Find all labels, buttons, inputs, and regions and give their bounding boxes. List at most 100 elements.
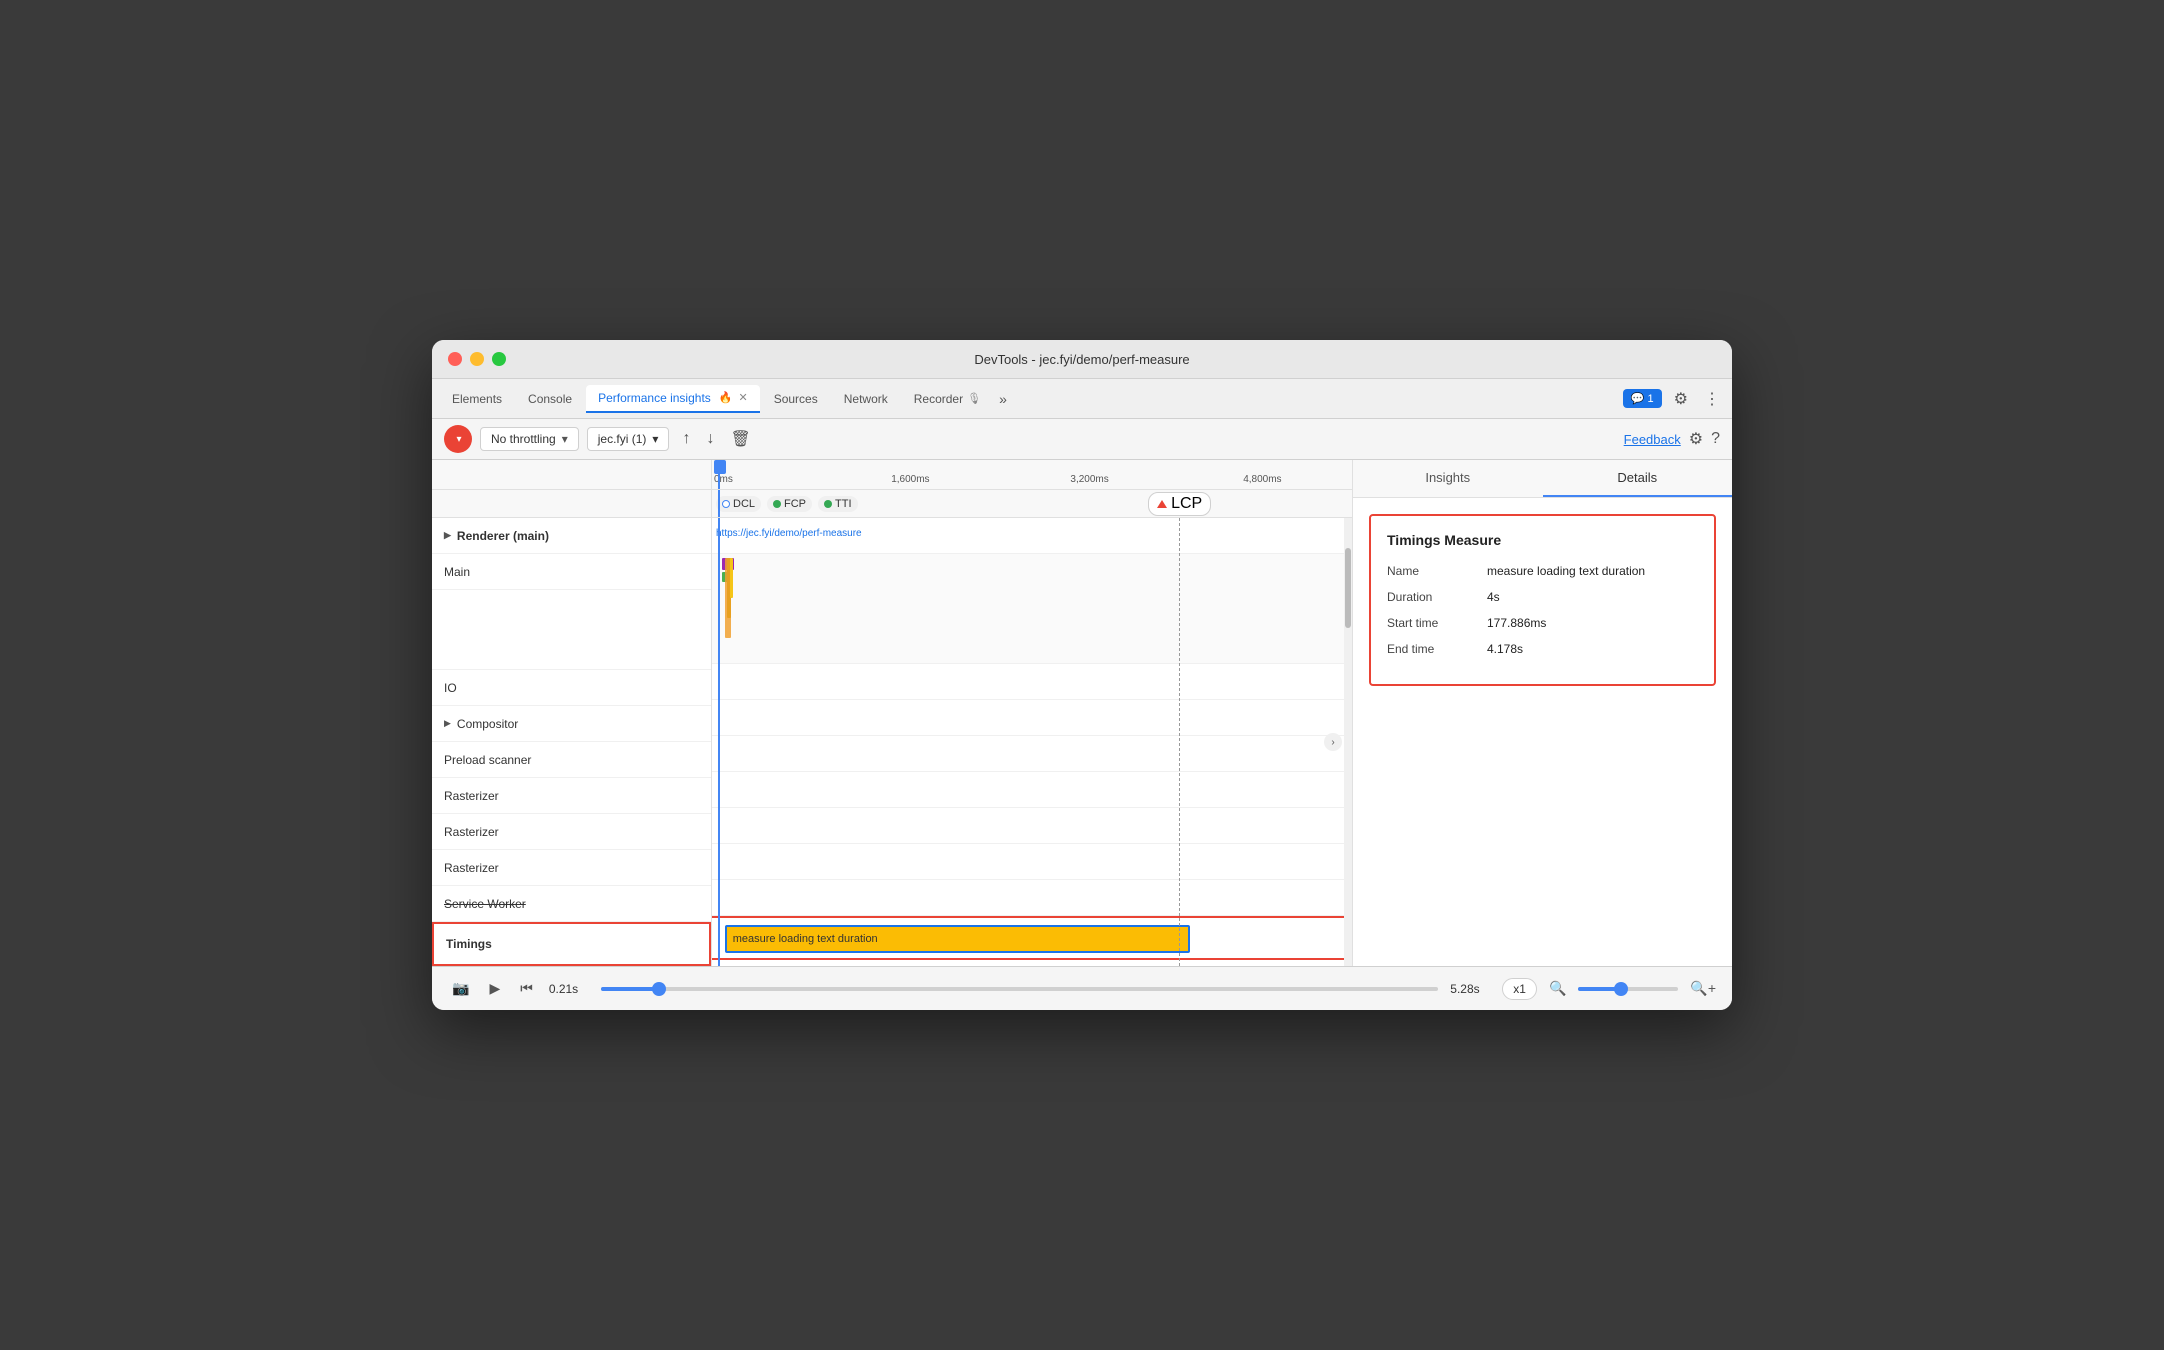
track-label-empty-space [432, 590, 711, 670]
chat-icon: 💬 [1631, 392, 1645, 405]
download-button[interactable]: ↓ [701, 428, 719, 450]
end-time-label: 5.28s [1450, 982, 1490, 996]
scrollbar-thumb[interactable] [1345, 548, 1351, 628]
track-label-renderer: Renderer (main) [432, 518, 711, 554]
title-bar: DevTools - jec.fyi/demo/perf-measure [432, 340, 1732, 379]
zoom-slider-fill [1578, 987, 1618, 991]
track-content-main [712, 554, 1352, 664]
track-label-preload: Preload scanner [432, 742, 711, 778]
tti-dot [824, 500, 832, 508]
track-content-timings: measure loading text duration [712, 916, 1352, 960]
speed-pill[interactable]: x1 [1502, 978, 1537, 1000]
tab-close-icon[interactable]: ✕ [738, 391, 747, 404]
right-panel: Insights Details Timings Measure Name me… [1352, 460, 1732, 966]
tick-4800: 4,800ms [1243, 474, 1281, 485]
detail-row-name: Name measure loading text duration [1387, 564, 1698, 578]
fcp-marker: FCP [767, 496, 812, 512]
fcp-label: FCP [784, 498, 806, 510]
toolbar: No throttling ▾ jec.fyi (1) ▾ ↑ ↓ 🗑 Feed… [432, 419, 1732, 460]
lcp-marker: LCP [1148, 492, 1211, 516]
detail-value-end-time: 4.178s [1487, 642, 1698, 656]
timeline-area: 0ms 1,600ms 3,200ms 4,800ms DCL [432, 460, 1352, 966]
detail-label-start-time: Start time [1387, 616, 1487, 630]
settings-button[interactable]: ⚙ [1689, 429, 1703, 449]
header-row: 0ms 1,600ms 3,200ms 4,800ms [432, 460, 1352, 490]
tab-insights[interactable]: Insights [1353, 460, 1543, 497]
track-labels: Renderer (main) Main IO Compositor Prelo… [432, 518, 712, 966]
zoom-in-button[interactable]: 🔍+ [1690, 980, 1716, 997]
tab-elements-label: Elements [452, 392, 502, 406]
devtools-settings-button[interactable]: ⚙ [1670, 385, 1692, 413]
url-arrow-icon: ▾ [652, 432, 658, 446]
markers-bar: DCL FCP TTI LCP [712, 490, 1352, 518]
tick-3200: 3,200ms [1070, 474, 1108, 485]
minimize-button[interactable] [470, 352, 484, 366]
track-label-main: Main [432, 554, 711, 590]
devtools-window: DevTools - jec.fyi/demo/perf-measure Ele… [432, 340, 1732, 1010]
track-content-compositor [712, 700, 1352, 736]
tab-bar: Elements Console Performance insights 🔥 … [432, 379, 1732, 419]
track-content-preload [712, 736, 1352, 772]
markers-left-spacer [432, 490, 712, 518]
detail-row-duration: Duration 4s [1387, 590, 1698, 604]
feedback-button[interactable]: Feedback [1624, 432, 1681, 447]
detail-row-end-time: End time 4.178s [1387, 642, 1698, 656]
panel-tabs: Insights Details [1353, 460, 1732, 498]
track-content-io [712, 664, 1352, 700]
timings-measure-label: measure loading text duration [733, 933, 878, 945]
detail-label-duration: Duration [1387, 590, 1487, 604]
upload-button[interactable]: ↑ [677, 428, 695, 450]
slider-thumb[interactable] [652, 982, 666, 996]
detail-label-name: Name [1387, 564, 1487, 578]
devtools-more-button[interactable]: ⋮ [1700, 385, 1724, 413]
zoom-slider-thumb[interactable] [1614, 982, 1628, 996]
track-label-compositor: Compositor [432, 706, 711, 742]
expand-panel-button[interactable]: › [1324, 733, 1342, 751]
skip-to-start-button[interactable]: ⏮ [516, 976, 537, 1001]
cursor-top [718, 460, 720, 489]
tracks-area: Renderer (main) Main IO Compositor Prelo… [432, 518, 1352, 966]
help-button[interactable]: ? [1711, 430, 1720, 448]
lcp-label: LCP [1171, 495, 1202, 513]
dashed-line [1179, 518, 1180, 966]
throttling-dropdown[interactable]: No throttling ▾ [480, 427, 579, 451]
tab-network[interactable]: Network [832, 386, 900, 412]
timings-measure-bar[interactable]: measure loading text duration [725, 925, 1191, 953]
play-button[interactable]: ▶ [485, 976, 504, 1001]
delete-button[interactable]: 🗑 [725, 427, 755, 451]
close-button[interactable] [448, 352, 462, 366]
maximize-button[interactable] [492, 352, 506, 366]
throttling-label: No throttling [491, 432, 556, 446]
traffic-lights [448, 352, 506, 366]
more-tabs-button[interactable]: » [995, 387, 1011, 411]
dcl-dot [722, 500, 730, 508]
tab-elements[interactable]: Elements [440, 386, 514, 412]
tab-console[interactable]: Console [516, 386, 584, 412]
tti-label: TTI [835, 498, 852, 510]
tti-marker: TTI [818, 496, 858, 512]
tick-1600: 1,600ms [891, 474, 929, 485]
detail-row-start-time: Start time 177.886ms [1387, 616, 1698, 630]
track-label-rasterizer2: Rasterizer [432, 814, 711, 850]
tab-recorder-label: Recorder [914, 392, 963, 406]
tab-details[interactable]: Details [1543, 460, 1733, 497]
zoom-out-button[interactable]: 🔍 [1549, 980, 1566, 997]
cursor-line [718, 518, 720, 966]
timeline-slider[interactable] [601, 987, 1438, 991]
tab-recorder[interactable]: Recorder 🎙 [902, 386, 993, 412]
tab-details-label: Details [1617, 470, 1657, 485]
window-title: DevTools - jec.fyi/demo/perf-measure [974, 352, 1189, 367]
chat-button[interactable]: 💬 1 [1623, 389, 1662, 408]
url-dropdown[interactable]: jec.fyi (1) ▾ [587, 427, 670, 451]
tab-performance-insights-label: Performance insights [598, 391, 711, 405]
track-label-rasterizer3: Rasterizer [432, 850, 711, 886]
record-button[interactable] [444, 425, 472, 453]
zoom-slider[interactable] [1578, 987, 1678, 991]
url-label-in-track: https://jec.fyi/demo/perf-measure [716, 528, 862, 539]
tab-performance-insights[interactable]: Performance insights 🔥 ✕ [586, 385, 760, 413]
main-content: 0ms 1,600ms 3,200ms 4,800ms DCL [432, 460, 1732, 966]
timeline-scrollbar[interactable] [1344, 518, 1352, 966]
tab-insights-label: Insights [1425, 470, 1470, 485]
screenshot-button[interactable]: 📷 [448, 976, 473, 1001]
tab-sources[interactable]: Sources [762, 386, 830, 412]
